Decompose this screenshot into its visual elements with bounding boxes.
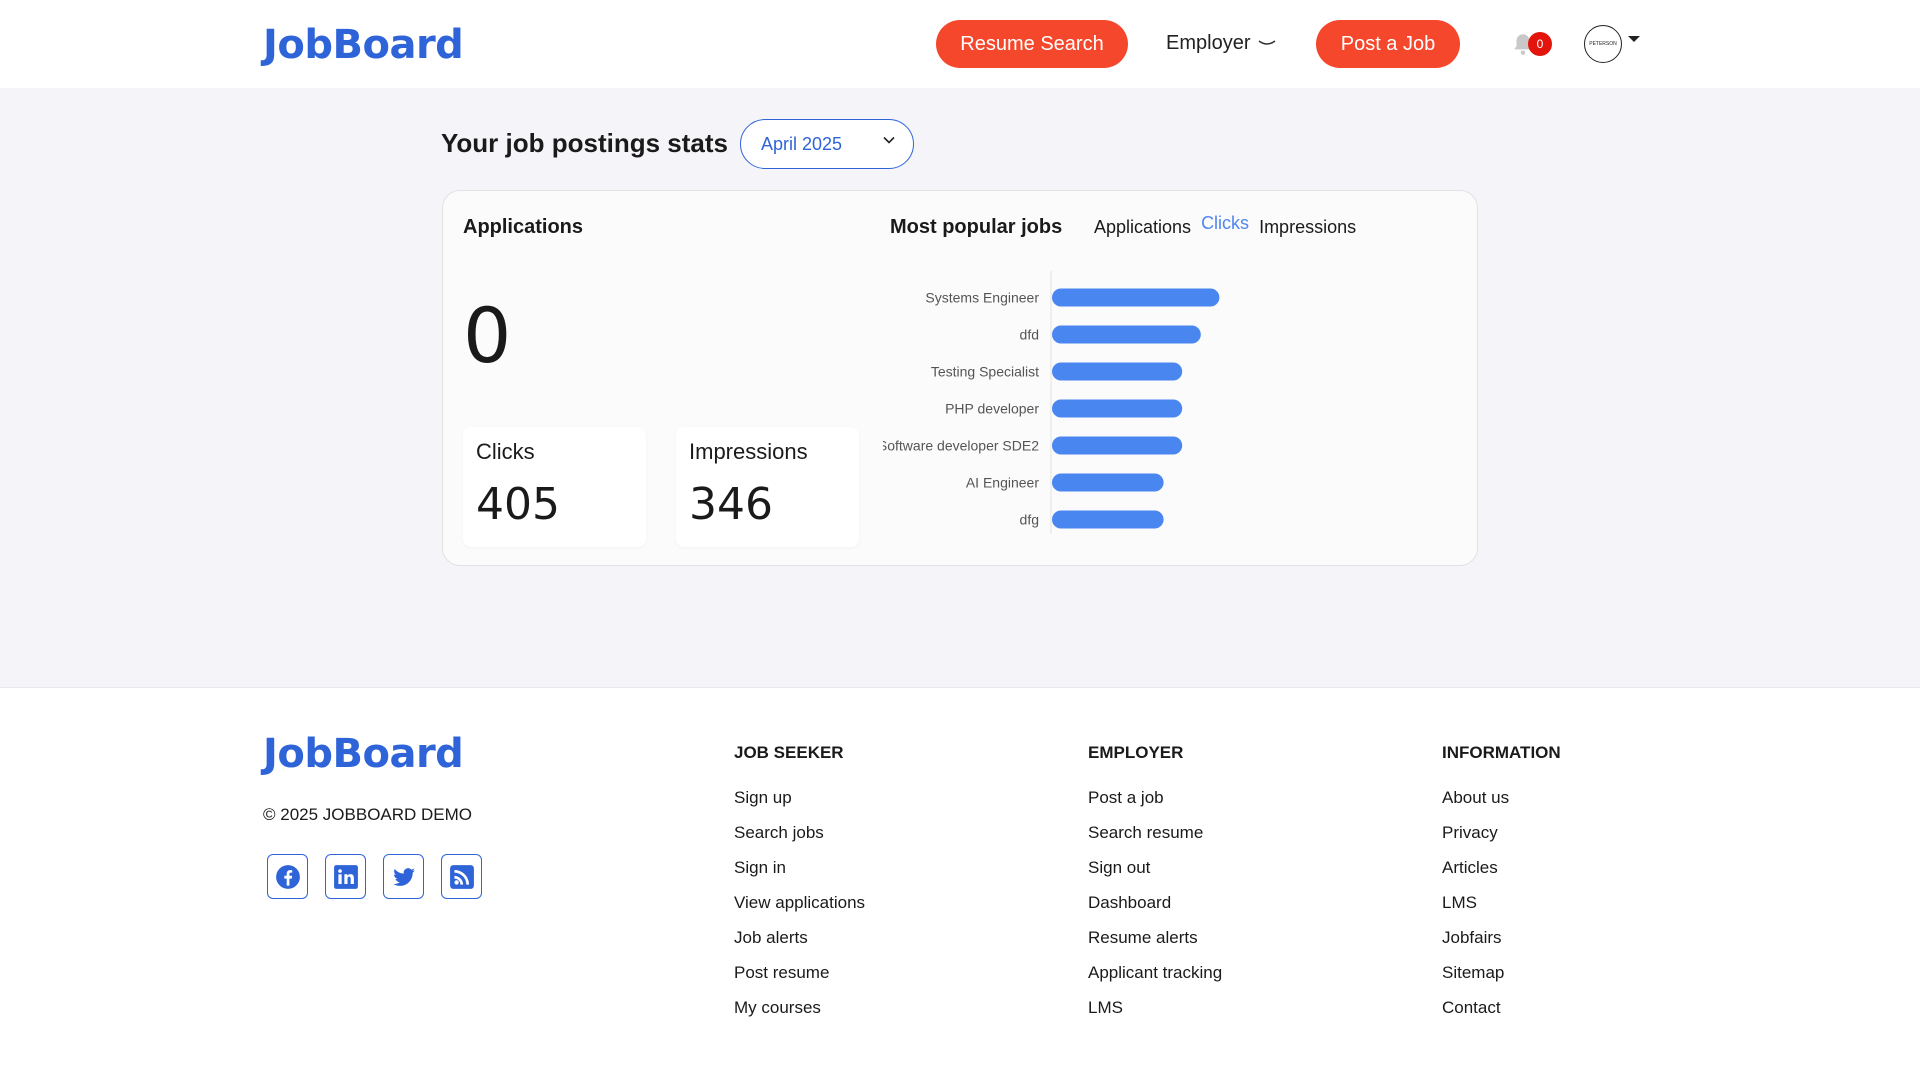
copyright: © 2025 JOBBOARD DEMO (263, 805, 473, 824)
footer-link-lms[interactable]: LMS (1088, 997, 1222, 1032)
clicks-value: 405 (476, 479, 560, 530)
footer-link-post-a-job[interactable]: Post a job (1088, 787, 1222, 822)
footer-link-about-us[interactable]: About us (1442, 787, 1561, 822)
resume-search-button[interactable]: Resume Search (936, 20, 1128, 68)
tab-applications[interactable]: Applications (1094, 213, 1191, 238)
footer-col-information: INFORMATION About us Privacy Articles LM… (1442, 743, 1561, 1032)
employer-menu-label: Employer (1166, 32, 1251, 54)
rss-link[interactable] (441, 854, 482, 899)
employer-menu[interactable]: Employer (1166, 32, 1276, 55)
impressions-label: Impressions (689, 439, 808, 464)
footer-link-search-jobs[interactable]: Search jobs (734, 822, 865, 857)
tab-impressions[interactable]: Impressions (1259, 213, 1356, 238)
chart-bar[interactable] (1052, 436, 1183, 455)
popular-jobs-tabs: Applications Clicks Impressions (1094, 213, 1356, 238)
facebook-icon (275, 864, 300, 889)
popular-jobs-chart: Systems Engineer dfd Testing Specialist PHP… (883, 271, 1220, 534)
footer-link-dashboard[interactable]: Dashboard (1088, 892, 1222, 927)
top-navbar: JobBoard Resume Search Employer Post a J… (0, 0, 1920, 88)
footer-logo[interactable]: JobBoard (263, 731, 464, 777)
footer-col-employer: EMPLOYER Post a job Search resume Sign o… (1088, 743, 1222, 1032)
facebook-link[interactable] (267, 854, 308, 899)
social-links (267, 854, 482, 899)
chart-category-label: Testing Specialist (931, 364, 1039, 380)
footer-link-resume-alerts[interactable]: Resume alerts (1088, 927, 1222, 962)
chevron-down-icon (1259, 39, 1276, 45)
applications-value: 0 (463, 291, 512, 380)
footer-link-job-alerts[interactable]: Job alerts (734, 927, 865, 962)
avatar-text: PETERSON (1589, 41, 1617, 47)
chart-bar[interactable] (1052, 325, 1201, 344)
chart-bar[interactable] (1052, 510, 1164, 529)
footer-col-title: EMPLOYER (1088, 743, 1184, 762)
rss-icon (449, 864, 474, 889)
chart-category-label: Systems Engineer (925, 290, 1039, 306)
chart-category-label: AI Engineer (966, 475, 1039, 491)
footer-link-lms[interactable]: LMS (1442, 892, 1561, 927)
caret-down-icon[interactable] (1628, 36, 1640, 42)
footer-link-contact[interactable]: Contact (1442, 997, 1561, 1032)
logo[interactable]: JobBoard (263, 22, 464, 68)
linkedin-link[interactable] (325, 854, 366, 899)
clicks-label: Clicks (476, 439, 535, 464)
chart-bar[interactable] (1052, 288, 1220, 307)
clicks-stat: Clicks 405 (463, 427, 646, 547)
footer-col-job-seeker: JOB SEEKER Sign up Search jobs Sign in V… (734, 743, 865, 1032)
footer-link-privacy[interactable]: Privacy (1442, 822, 1561, 857)
tab-clicks[interactable]: Clicks (1201, 213, 1249, 238)
footer-link-articles[interactable]: Articles (1442, 857, 1561, 892)
main-content: Your job postings stats April 2025 Appli… (0, 88, 1920, 688)
footer-col-title: INFORMATION (1442, 743, 1561, 762)
chart-category-label: dfg (1020, 512, 1039, 528)
twitter-link[interactable] (383, 854, 424, 899)
twitter-icon (392, 867, 415, 886)
chart-category-label: PHP developer (945, 401, 1039, 417)
footer-link-sitemap[interactable]: Sitemap (1442, 962, 1561, 997)
footer-link-search-resume[interactable]: Search resume (1088, 822, 1222, 857)
month-select-value: April 2025 (761, 133, 843, 154)
popular-jobs-title: Most popular jobs (890, 216, 1063, 238)
footer-link-view-applications[interactable]: View applications (734, 892, 865, 927)
footer-link-sign-up[interactable]: Sign up (734, 787, 865, 822)
chevron-down-icon (883, 136, 895, 144)
avatar[interactable]: PETERSON (1584, 25, 1622, 63)
footer-link-sign-in[interactable]: Sign in (734, 857, 865, 892)
footer-col-title: JOB SEEKER (734, 743, 844, 762)
chart-category-label: Software developer SDE2 (883, 438, 1039, 454)
chart-bar[interactable] (1052, 399, 1183, 418)
page-title: Your job postings stats (441, 128, 728, 158)
stats-card: Applications 0 Clicks 405 Impressions 34… (442, 190, 1478, 566)
footer-link-post-resume[interactable]: Post resume (734, 962, 865, 997)
month-select[interactable]: April 2025 (740, 119, 914, 169)
post-job-button[interactable]: Post a Job (1316, 20, 1460, 68)
linkedin-icon (333, 864, 358, 889)
footer-link-my-courses[interactable]: My courses (734, 997, 865, 1032)
chart-category-label: dfd (1020, 327, 1039, 343)
footer-link-sign-out[interactable]: Sign out (1088, 857, 1222, 892)
applications-label: Applications (463, 216, 584, 238)
notification-count-badge: 0 (1528, 32, 1552, 56)
footer-link-applicant-tracking[interactable]: Applicant tracking (1088, 962, 1222, 997)
impressions-stat: Impressions 346 (676, 427, 859, 547)
footer-link-jobfairs[interactable]: Jobfairs (1442, 927, 1561, 962)
chart-bar[interactable] (1052, 362, 1183, 381)
footer: JobBoard © 2025 JOBBOARD DEMO JOB SEEKER… (0, 689, 1920, 1081)
impressions-value: 346 (689, 479, 773, 530)
chart-bar[interactable] (1052, 473, 1164, 492)
